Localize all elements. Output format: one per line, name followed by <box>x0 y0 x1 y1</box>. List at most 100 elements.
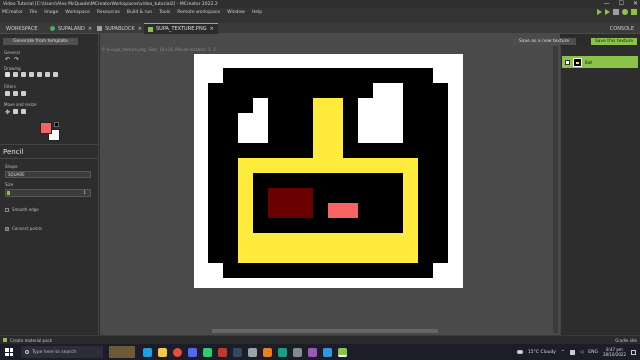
clock[interactable]: 8:47 pm 28/10/2022 <box>603 347 626 357</box>
save-texture-button[interactable]: Save this texture <box>591 38 637 45</box>
color-selector[interactable] <box>40 122 62 142</box>
app-icon[interactable] <box>293 347 302 357</box>
line-icon[interactable] <box>13 72 18 77</box>
tab-workspace[interactable]: WORKSPACE <box>2 23 41 34</box>
maximize-icon[interactable]: ☐ <box>619 0 624 8</box>
system-tray: 15°C Cloudy ^ ◁ ENG 8:47 pm 28/10/2022 <box>516 344 636 360</box>
redo-icon[interactable]: ↷ <box>14 56 19 63</box>
menu-item-build-run[interactable]: Build & run <box>127 10 152 15</box>
texture-canvas[interactable] <box>194 54 463 288</box>
canvas-info: 0 % supa_texture.png, Size: 16×16, Mouse… <box>102 47 216 52</box>
primary-color-swatch[interactable] <box>40 122 52 134</box>
menu-item-window[interactable]: Window <box>227 10 245 15</box>
swap-colors-icon[interactable] <box>54 122 59 127</box>
discord-icon[interactable] <box>188 347 197 357</box>
pixel-art[interactable] <box>208 68 448 278</box>
app-icon[interactable] <box>248 347 257 357</box>
stop-icon[interactable] <box>613 9 619 15</box>
menu-item-tools[interactable]: Tools <box>159 10 170 15</box>
app-icon[interactable] <box>233 347 242 357</box>
brightness-icon[interactable] <box>13 91 18 96</box>
globe-icon <box>50 26 55 31</box>
fill-icon[interactable] <box>29 72 34 77</box>
generate-from-template-button[interactable]: Generate from template <box>3 38 78 45</box>
shape-icon[interactable] <box>21 72 26 77</box>
left-eye <box>253 98 268 113</box>
smooth-edge-option[interactable]: Smooth edge <box>5 207 39 212</box>
search-placeholder: Type here to search <box>32 349 77 355</box>
size-spinner[interactable]: 1 <box>5 189 91 197</box>
resize-icon[interactable] <box>13 109 19 114</box>
image-icon <box>148 26 153 32</box>
debug-icon[interactable] <box>622 9 628 15</box>
taskbar: Type here to search 15°C Cloudy ^ ◁ ENG … <box>0 344 640 360</box>
hue-icon[interactable] <box>5 91 10 96</box>
close-icon[interactable]: × <box>210 26 214 32</box>
vertical-scrollbar[interactable] <box>553 46 558 333</box>
edge-icon[interactable] <box>143 347 152 357</box>
app-icon[interactable] <box>308 347 317 357</box>
app-icon[interactable] <box>203 347 212 357</box>
pencil-icon[interactable] <box>5 72 10 77</box>
file-explorer-icon[interactable] <box>158 347 167 357</box>
volume-icon[interactable]: ◁ <box>580 350 583 355</box>
right-eye <box>358 98 403 143</box>
left-eye <box>238 113 268 143</box>
minecraft-thumbnail[interactable] <box>109 346 135 358</box>
color-picker-icon[interactable] <box>53 72 58 77</box>
close-icon[interactable]: × <box>88 26 92 32</box>
menu-item-image[interactable]: Image <box>44 10 58 15</box>
app-icon[interactable] <box>263 347 272 357</box>
shape-select[interactable]: SQUARE <box>5 171 91 178</box>
menu-item-mcreator[interactable]: MCreator <box>2 10 23 15</box>
filter-tools <box>5 91 26 96</box>
menu-item-workspace[interactable]: Workspace <box>65 10 90 15</box>
app-icon[interactable] <box>278 347 287 357</box>
undo-icon[interactable]: ↶ <box>5 56 10 63</box>
horizontal-scrollbar[interactable] <box>212 329 438 333</box>
save-new-texture-button[interactable]: Save as a new texture <box>512 38 576 45</box>
run-server-icon[interactable] <box>605 9 610 15</box>
smooth-edge-checkbox[interactable] <box>5 208 9 212</box>
menu-item-remote-workspace[interactable]: Remote workspace <box>177 10 220 15</box>
menu-item-file[interactable]: File <box>30 10 38 15</box>
tab-supa-texture[interactable]: SUPA_TEXTURE.PNG × <box>144 23 218 34</box>
close-icon[interactable]: × <box>138 26 142 32</box>
windows-start-icon[interactable] <box>5 348 13 356</box>
network-icon[interactable] <box>569 349 575 355</box>
title-bar: Video Tutorial [C:\Users\Alex McQuade\MC… <box>0 0 640 8</box>
menu-item-resources[interactable]: Resources <box>97 10 120 15</box>
move-tools: ✥ <box>5 109 27 116</box>
tray-chevron-icon[interactable]: ^ <box>561 350 565 355</box>
app-icon[interactable] <box>323 347 332 357</box>
section-move-resize: Move and resize <box>4 102 37 107</box>
eraser-icon[interactable] <box>37 72 42 77</box>
status-icon <box>3 338 7 342</box>
app-icon[interactable] <box>218 347 227 357</box>
tab-label: SUPA_TEXTURE.PNG <box>156 26 207 32</box>
move-icon[interactable]: ✥ <box>5 109 10 116</box>
stamp-icon[interactable] <box>45 72 50 77</box>
tab-supaland[interactable]: SUPALAND × <box>46 23 96 34</box>
connect-points-checkbox[interactable] <box>5 227 9 231</box>
export-icon[interactable] <box>631 9 637 15</box>
run-client-icon[interactable] <box>597 9 602 15</box>
tab-supablock[interactable]: SUPABLOCK × <box>93 23 146 34</box>
minimize-icon[interactable]: — <box>604 0 610 8</box>
taskbar-search[interactable]: Type here to search <box>21 346 103 358</box>
console-toggle[interactable]: CONSOLE <box>606 23 638 34</box>
size-value: 1 <box>83 190 86 195</box>
chrome-icon[interactable] <box>173 347 182 357</box>
notifications-icon[interactable] <box>631 349 636 355</box>
layer-visibility-checkbox[interactable] <box>565 59 570 65</box>
menu-item-help[interactable]: Help <box>252 10 262 15</box>
language-indicator[interactable]: ENG <box>588 350 598 355</box>
weather-text[interactable]: 15°C Cloudy <box>528 350 556 355</box>
rotate-icon[interactable] <box>21 109 27 114</box>
tool-header: Pencil <box>3 148 24 156</box>
connect-points-option[interactable]: Connect points <box>5 226 42 231</box>
layer-item[interactable]: Ball <box>562 56 638 68</box>
contrast-icon[interactable] <box>21 91 26 96</box>
close-window-icon[interactable]: ✕ <box>633 0 638 8</box>
mcreator-icon[interactable] <box>338 347 347 357</box>
